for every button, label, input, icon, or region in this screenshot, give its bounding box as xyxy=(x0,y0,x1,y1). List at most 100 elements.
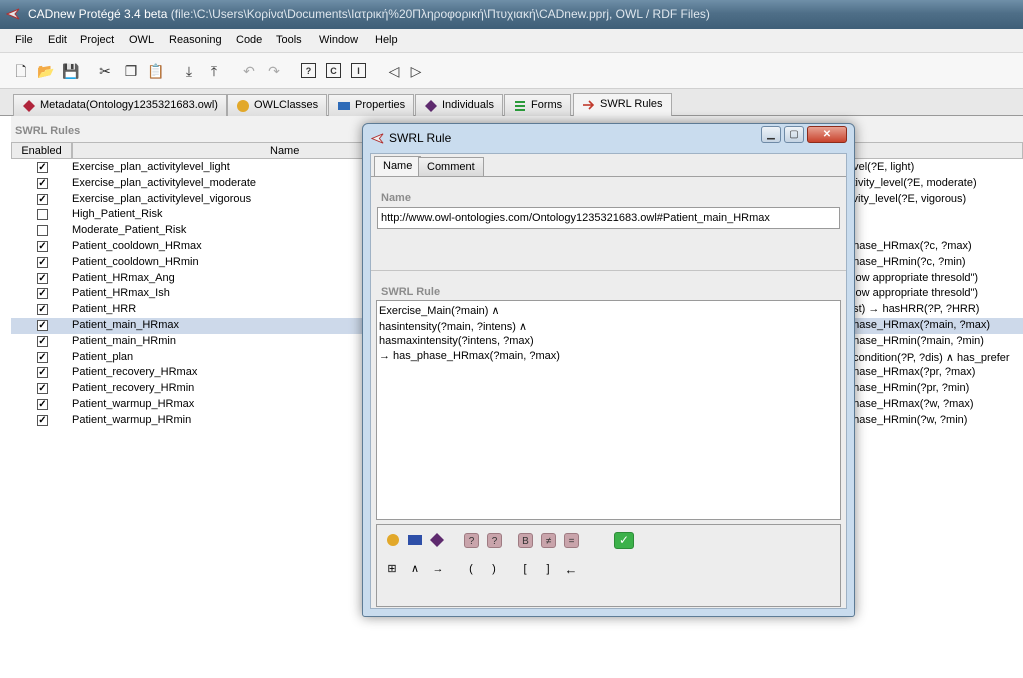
import-icon[interactable]: ⤓ xyxy=(180,62,198,80)
and-icon[interactable]: ∧ xyxy=(408,562,422,577)
column-header-enabled[interactable]: Enabled xyxy=(11,142,72,159)
same-as-icon[interactable]: = xyxy=(564,533,579,548)
add-variable-icon[interactable]: ? xyxy=(487,533,502,548)
tab-forms[interactable]: Forms xyxy=(504,94,572,116)
different-from-icon[interactable]: ≠ xyxy=(541,533,556,548)
close-paren-icon[interactable]: ) xyxy=(487,562,501,577)
cut-icon[interactable]: ✂ xyxy=(96,62,114,80)
forms-icon xyxy=(515,101,525,111)
enabled-checkbox[interactable]: ✓ xyxy=(37,320,48,331)
rule-name: Exercise_plan_activitylevel_moderate xyxy=(72,176,257,189)
maximize-button[interactable]: ▢ xyxy=(784,126,804,143)
rule-name: Patient_warmup_HRmin xyxy=(72,413,192,426)
tab-label: Metadata(Ontology1235321683.owl) xyxy=(40,99,218,111)
rule-name: Patient_HRmax_Ish xyxy=(72,287,170,300)
enabled-checkbox[interactable] xyxy=(37,209,48,221)
rule-name: Patient_warmup_HRmax xyxy=(72,398,195,410)
enabled-checkbox[interactable]: ✓ xyxy=(37,414,48,426)
tab-metadata[interactable]: Metadata(Ontology1235321683.owl) xyxy=(13,94,227,116)
variable-icon[interactable]: ? xyxy=(464,533,479,548)
instance-icon[interactable]: I xyxy=(351,63,366,78)
menu-project[interactable]: Project xyxy=(80,34,114,46)
backspace-arrow-icon[interactable]: ← xyxy=(563,562,579,577)
tab-individuals[interactable]: Individuals xyxy=(415,94,503,116)
copy-icon[interactable]: ❐ xyxy=(122,62,140,80)
menu-window[interactable]: Window xyxy=(319,34,358,46)
rule-expression: ctivity_level(?E, moderate) xyxy=(847,176,977,189)
minimize-button[interactable]: ▁ xyxy=(761,126,781,143)
rule-name: Patient_recovery_HRmin xyxy=(72,382,195,395)
new-file-icon[interactable]: 🗋 xyxy=(12,62,30,80)
rule-expression: tivity_level(?E, vigorous) xyxy=(847,192,967,205)
rule-line: Exercise_Main(?main) ∧ xyxy=(379,305,500,317)
rule-expression: phase_HRmax(?pr, ?max) xyxy=(847,366,976,379)
property-rect-icon[interactable] xyxy=(408,535,422,545)
enabled-checkbox[interactable]: ✓ xyxy=(37,162,48,173)
enabled-checkbox[interactable]: ✓ xyxy=(37,193,48,205)
rule-name: Patient_HRmax_Ang xyxy=(72,271,175,284)
forward-arrow-icon[interactable]: ▷ xyxy=(407,62,425,80)
tab-label: Forms xyxy=(531,99,563,111)
export-icon[interactable]: ⤒ xyxy=(205,62,223,80)
tab-strip: Metadata(Ontology1235321683.owl) OWLClas… xyxy=(0,89,1023,117)
diamond-red-icon xyxy=(23,100,35,112)
close-bracket-icon[interactable]: ] xyxy=(541,562,555,577)
ok-check-icon[interactable]: ✓ xyxy=(614,532,634,549)
rule-expression: elow appropriate thresold") xyxy=(847,271,979,284)
menu-owl[interactable]: OWL xyxy=(129,34,154,46)
rule-name: Exercise_plan_activitylevel_light xyxy=(72,161,230,173)
menu-reasoning[interactable]: Reasoning xyxy=(169,34,222,46)
tab-owlclasses[interactable]: OWLClasses xyxy=(227,94,328,116)
menu-edit[interactable]: Edit xyxy=(48,34,67,46)
save-icon[interactable]: 💾 xyxy=(62,62,80,80)
tab-properties[interactable]: Properties xyxy=(328,94,415,116)
rule-expression: phase_HRmin(?c, ?min) xyxy=(847,255,966,268)
enabled-checkbox[interactable] xyxy=(37,225,48,237)
class-icon[interactable]: C xyxy=(326,63,341,78)
tab-swrl-rules[interactable]: SWRL Rules xyxy=(573,93,672,117)
redo-icon[interactable]: ↷ xyxy=(265,62,283,80)
rule-expression: _condition(?P, ?dis) ∧ has_prefer xyxy=(847,351,1010,364)
menu-help[interactable]: Help xyxy=(375,34,398,46)
menu-file[interactable]: File xyxy=(15,34,33,46)
menu-tools[interactable]: Tools xyxy=(276,34,302,46)
enabled-checkbox[interactable]: ✓ xyxy=(37,272,48,284)
rule-name: Patient_recovery_HRmax xyxy=(72,366,198,379)
swrl-rule-dialog: SWRL Rule ▁ ▢ ✕ Name Comment Name http:/… xyxy=(362,123,855,617)
enabled-checkbox[interactable]: ✓ xyxy=(37,399,48,410)
individual-diamond-icon[interactable] xyxy=(430,533,444,547)
close-button[interactable]: ✕ xyxy=(807,126,847,143)
rule-name: Patient_cooldown_HRmax xyxy=(72,240,202,252)
tab-comment[interactable]: Comment xyxy=(418,157,484,176)
class-circle-icon[interactable] xyxy=(386,533,400,547)
rule-name: Patient_main_HRmax xyxy=(72,319,179,331)
rule-editor[interactable]: Exercise_Main(?main) ∧ hasintensity(?mai… xyxy=(376,300,841,520)
rule-line: → has_phase_HRmax(?main, ?max) xyxy=(379,350,560,362)
enabled-checkbox[interactable]: ✓ xyxy=(37,288,48,300)
menu-code[interactable]: Code xyxy=(236,34,262,46)
enabled-checkbox[interactable]: ✓ xyxy=(37,241,48,252)
query-icon[interactable]: ? xyxy=(301,63,316,78)
paste-icon[interactable]: 📋 xyxy=(147,62,165,80)
tab-label: Properties xyxy=(355,99,406,111)
open-folder-icon[interactable]: 📂 xyxy=(37,62,55,80)
rule-name: Patient_cooldown_HRmin xyxy=(72,255,199,268)
enabled-checkbox[interactable]: ✓ xyxy=(37,351,48,363)
tab-name[interactable]: Name xyxy=(374,156,422,177)
builtin-icon[interactable]: B xyxy=(518,533,533,548)
symbol-palette: ? ? B ≠ = ✓ ⊞ ∧ → ( ) [ ] ← xyxy=(376,524,841,607)
rule-name-field[interactable]: http://www.owl-ontologies.com/Ontology12… xyxy=(377,207,840,229)
open-bracket-icon[interactable]: [ xyxy=(518,562,532,577)
enabled-checkbox[interactable]: ✓ xyxy=(37,367,48,379)
implies-arrow-icon[interactable]: → xyxy=(431,562,445,577)
enabled-checkbox[interactable]: ✓ xyxy=(37,335,48,347)
enabled-checkbox[interactable]: ✓ xyxy=(37,256,48,268)
enabled-checkbox[interactable]: ✓ xyxy=(37,383,48,395)
grid-icon[interactable]: ⊞ xyxy=(385,562,399,577)
name-label: Name xyxy=(381,192,411,204)
back-arrow-icon[interactable]: ◁ xyxy=(385,62,403,80)
open-paren-icon[interactable]: ( xyxy=(464,562,478,577)
enabled-checkbox[interactable]: ✓ xyxy=(37,177,48,189)
enabled-checkbox[interactable]: ✓ xyxy=(37,304,48,316)
undo-icon[interactable]: ↶ xyxy=(240,62,258,80)
